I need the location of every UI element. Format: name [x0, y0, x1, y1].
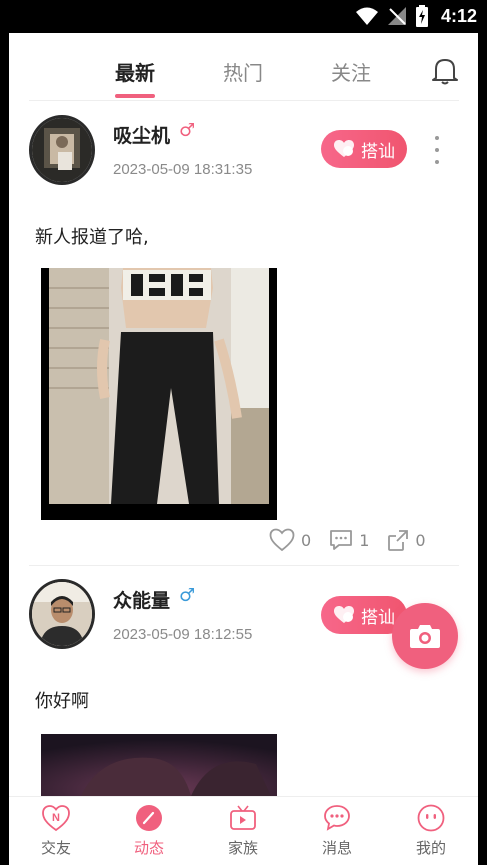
- nav-label: 家族: [227, 839, 258, 857]
- username[interactable]: 众能量: [113, 586, 170, 613]
- heart-chat-icon: [334, 606, 354, 623]
- gender-male-icon: ♂: [179, 585, 196, 606]
- nav-label: 我的: [415, 839, 446, 857]
- greet-button[interactable]: 搭讪: [321, 130, 407, 168]
- comment-count: 1: [359, 530, 370, 550]
- tab-latest[interactable]: 最新: [115, 57, 155, 86]
- signal-off-icon: [387, 7, 406, 25]
- tab-hot[interactable]: 热门: [223, 57, 263, 86]
- post-text: 新人报道了哈,: [35, 227, 149, 248]
- comment-icon: [330, 530, 353, 550]
- post-photo[interactable]: [41, 268, 277, 520]
- heart-outline-icon: [269, 528, 295, 552]
- post-actions: 0 1 0: [269, 528, 426, 552]
- more-options-icon[interactable]: [433, 136, 441, 164]
- active-tab-indicator: [115, 94, 155, 98]
- post-photo[interactable]: [41, 734, 277, 796]
- share-button[interactable]: 0: [387, 529, 426, 551]
- avatar[interactable]: [29, 115, 95, 185]
- nav-label: 消息: [321, 839, 352, 857]
- message-icon: [324, 805, 350, 831]
- share-count: 0: [415, 530, 426, 550]
- nav-profile[interactable]: 我的: [401, 803, 461, 858]
- profile-face-icon: [417, 804, 445, 832]
- feed-tabs: 最新 热门 关注: [9, 33, 478, 101]
- app-screen: 最新 热门 关注 吸尘机 ♂ 2023-05-09 18:31:35 搭讪 新人…: [9, 33, 478, 865]
- nav-make-friends[interactable]: N 交友: [26, 803, 86, 858]
- clock: 4:12: [440, 5, 477, 26]
- username[interactable]: 吸尘机: [113, 121, 170, 148]
- post-timestamp: 2023-05-09 18:31:35: [113, 161, 253, 178]
- divider: [29, 565, 459, 566]
- like-button[interactable]: 0: [269, 528, 311, 552]
- bell-icon[interactable]: [432, 57, 458, 85]
- nav-family[interactable]: 家族: [213, 803, 273, 858]
- heart-chat-icon: [334, 140, 354, 157]
- nav-label: 交友: [40, 839, 71, 857]
- nav-label: 动态: [133, 839, 164, 857]
- heart-n-icon: N: [42, 805, 70, 832]
- divider: [29, 100, 459, 101]
- share-icon: [388, 530, 409, 551]
- svg-text:N: N: [52, 812, 60, 824]
- tv-icon: [230, 805, 256, 830]
- post-text: 你好啊: [35, 691, 89, 712]
- greet-label: 搭讪: [361, 141, 395, 162]
- camera-post-button[interactable]: [392, 603, 458, 669]
- camera-icon: [410, 625, 440, 648]
- comment-button[interactable]: 1: [329, 529, 369, 551]
- tab-following[interactable]: 关注: [331, 57, 371, 86]
- bottom-navigation: N 交友 动态 家族 消息 我的: [9, 796, 478, 865]
- battery-charging-icon: [415, 5, 428, 27]
- feed-icon: [136, 805, 162, 831]
- nav-feed[interactable]: 动态: [119, 803, 179, 858]
- post-timestamp: 2023-05-09 18:12:55: [113, 626, 253, 643]
- gender-male-icon: ♂: [179, 120, 196, 141]
- greet-label: 搭讪: [361, 607, 395, 628]
- nav-messages[interactable]: 消息: [307, 803, 367, 858]
- status-bar: 4:12: [0, 0, 487, 33]
- avatar[interactable]: [29, 579, 95, 649]
- wifi-icon: [355, 7, 378, 25]
- like-count: 0: [301, 530, 312, 550]
